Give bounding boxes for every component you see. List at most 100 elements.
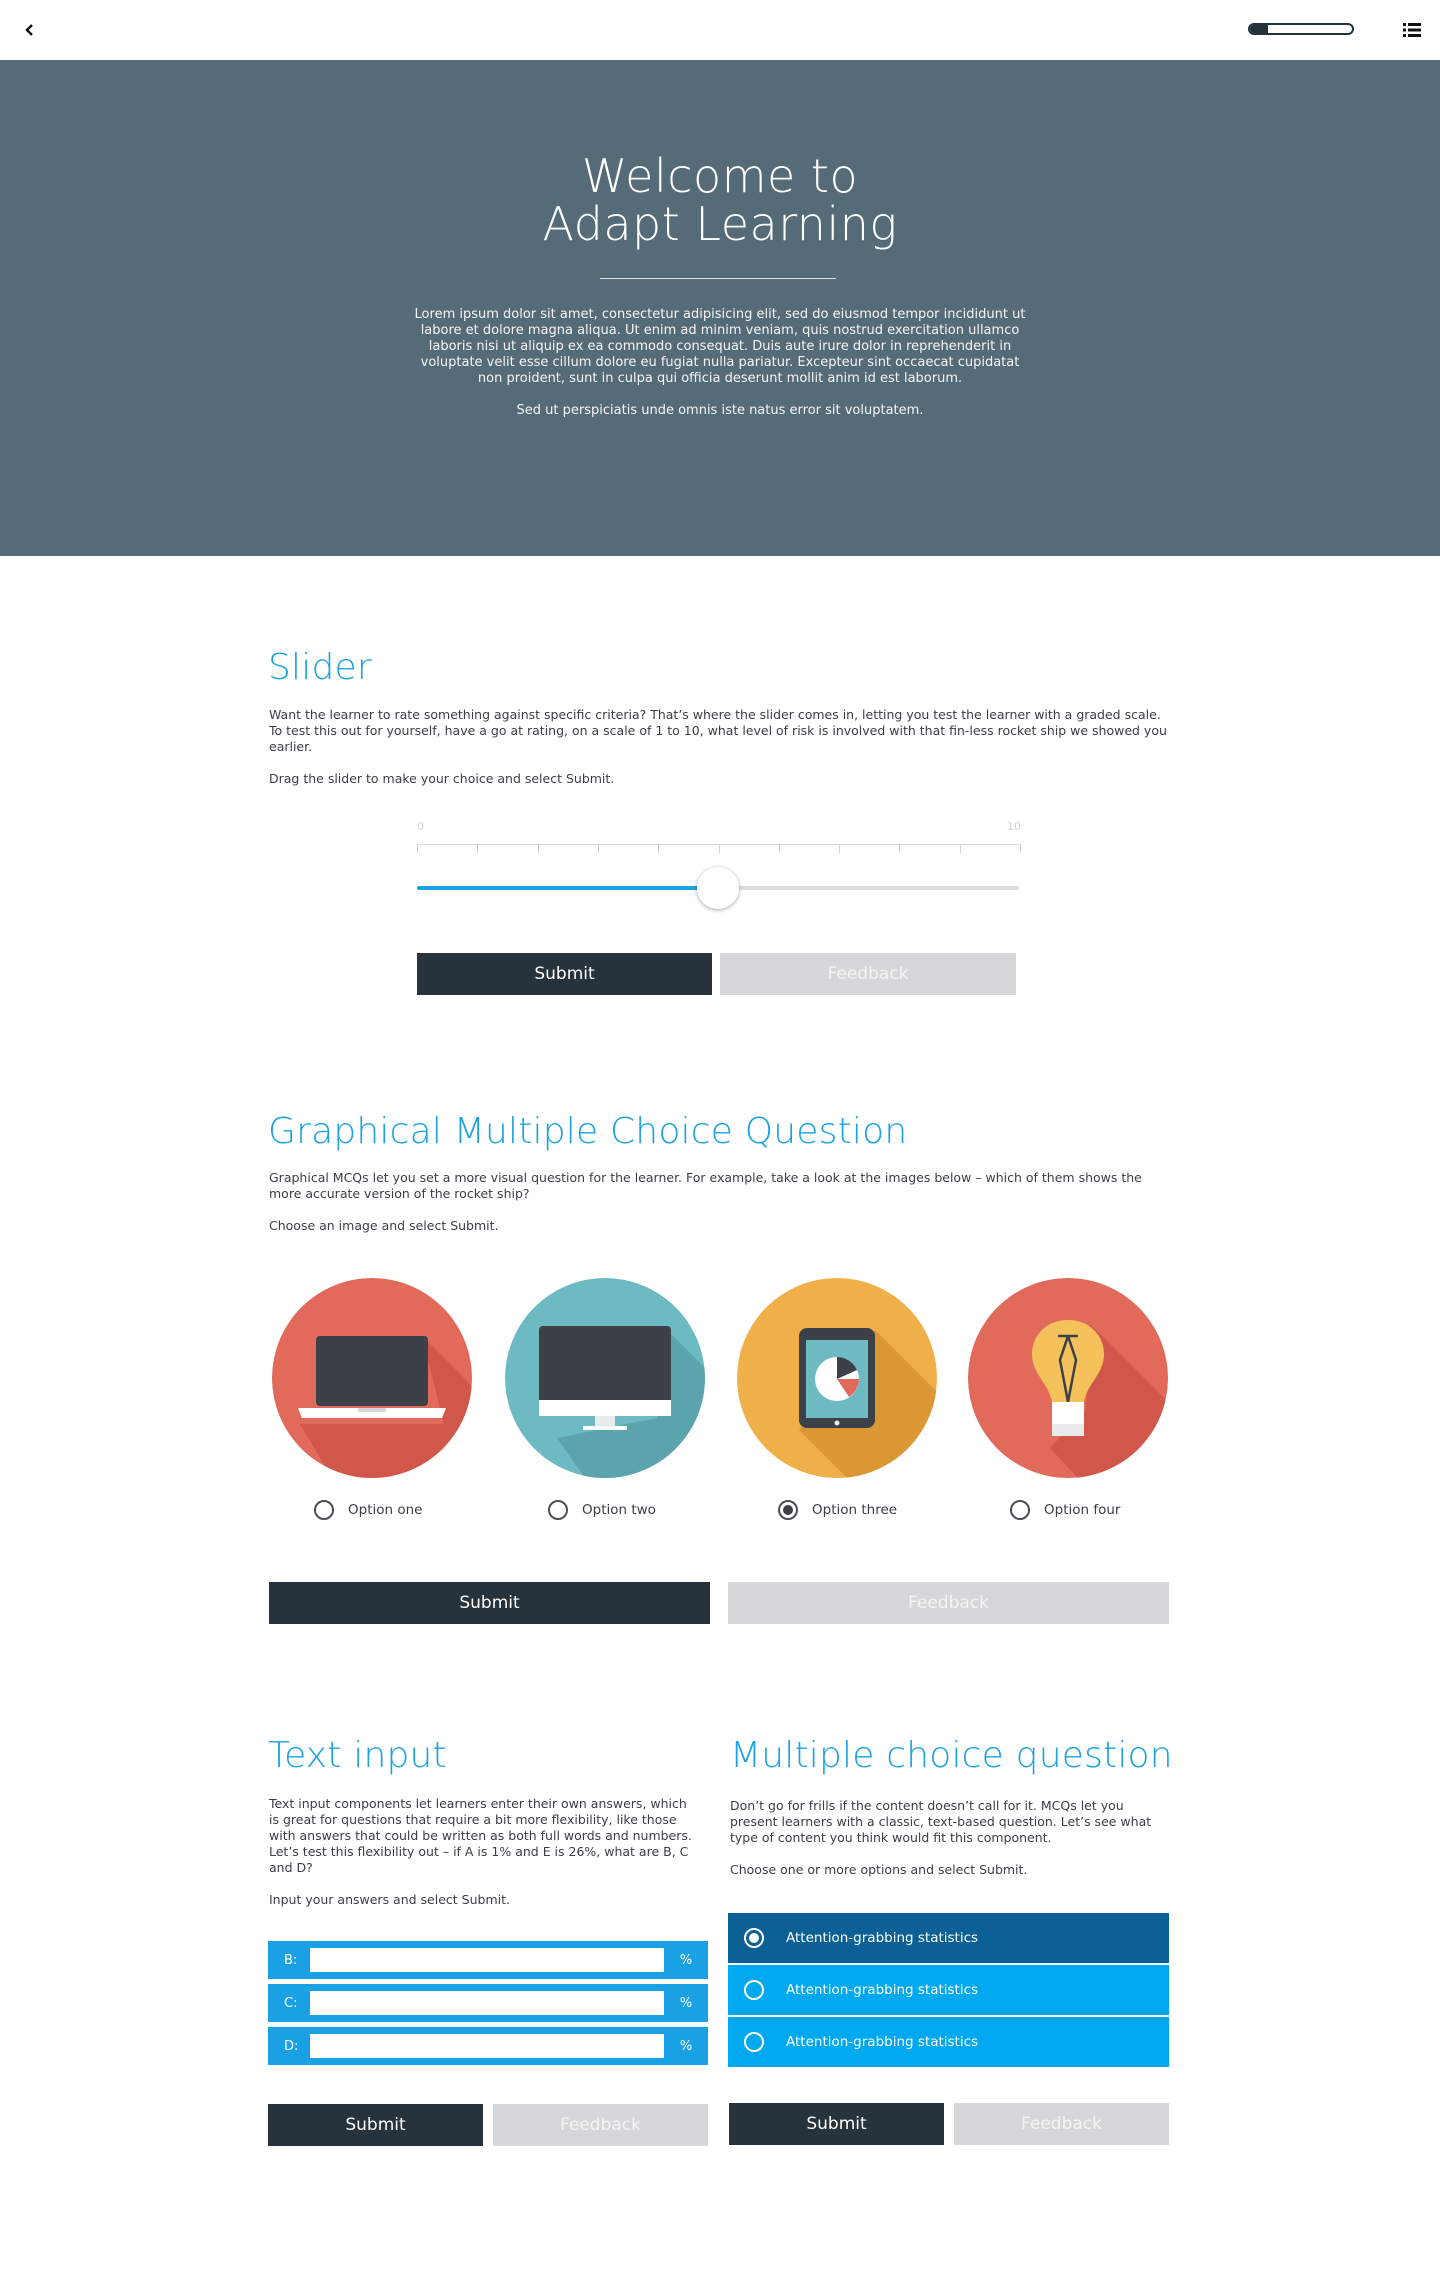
gmcq-option-three[interactable]: Option three — [778, 1498, 897, 1522]
text-input-body: Text input components let learners enter… — [269, 1796, 699, 1924]
mcq-option-one[interactable]: Attention-grabbing statistics — [728, 1913, 1169, 1963]
slider-handle[interactable] — [697, 867, 739, 909]
course-progress-bar — [1248, 23, 1354, 35]
mcq-body: Don’t go for frills if the content doesn… — [730, 1798, 1170, 1894]
text-input-title: Text input — [268, 1735, 447, 1776]
gmcq-option-four[interactable]: Option four — [1010, 1498, 1120, 1522]
back-button[interactable] — [18, 18, 42, 42]
chevron-left-icon — [25, 24, 33, 36]
gmcq-option-one[interactable]: Option one — [314, 1498, 422, 1522]
mcq-body-text: Don’t go for frills if the content doesn… — [730, 1798, 1152, 1845]
text-input-prefix: B: — [284, 1952, 298, 1968]
slider-tick — [417, 844, 418, 853]
slider-track[interactable] — [417, 867, 1019, 909]
mcq-title: Multiple choice question — [730, 1735, 1173, 1776]
scale-max-label: 10 — [1007, 820, 1021, 833]
hero-title-line2: Adapt Learning — [542, 197, 898, 251]
text-input-field-b[interactable] — [310, 1948, 664, 1972]
mcq-submit-button[interactable]: Submit — [729, 2103, 944, 2145]
text-input-suffix: % — [679, 1952, 693, 1968]
slider-tick — [959, 844, 961, 853]
gmcq-image-four[interactable] — [968, 1278, 1168, 1478]
slider-body-text: Want the learner to rate something again… — [269, 707, 1167, 754]
gmcq-option-label: Option three — [812, 1502, 898, 1518]
gmcq-image-one[interactable] — [272, 1278, 472, 1478]
slider-feedback-button[interactable]: Feedback — [720, 953, 1016, 995]
mcq-option-three[interactable]: Attention-grabbing statistics — [728, 2017, 1169, 2067]
text-input-prefix: C: — [284, 1995, 298, 2011]
slider-scale: 0 10 — [417, 820, 1021, 853]
text-input-row-c: C: % — [268, 1984, 708, 2022]
gmcq-item-four — [968, 1278, 1168, 1478]
slider-tick — [718, 844, 720, 853]
slider-tick — [477, 844, 479, 853]
mcq-feedback-button[interactable]: Feedback — [954, 2103, 1169, 2145]
gmcq-radio-four[interactable] — [1010, 1500, 1030, 1520]
text-input-prefix: D: — [284, 2038, 299, 2054]
text-input-submit-button[interactable]: Submit — [268, 2104, 483, 2146]
text-input-field-c[interactable] — [310, 1991, 664, 2015]
gmcq-body: Graphical MCQs let you set a more visual… — [269, 1170, 1169, 1250]
slider-body: Want the learner to rate something again… — [269, 707, 1169, 803]
gmcq-feedback-button[interactable]: Feedback — [728, 1582, 1169, 1624]
gmcq-instruction: Choose an image and select Submit. — [269, 1218, 499, 1233]
mcq-radio-dot-one — [749, 1933, 759, 1943]
gmcq-radio-dot-three — [783, 1505, 793, 1515]
hero-banner: Welcome to Adapt Learning Lorem ipsum do… — [0, 60, 1440, 556]
hero-title-line1: Welcome to — [581, 149, 859, 203]
list-icon — [1403, 23, 1421, 37]
gmcq-option-label: Option one — [348, 1502, 423, 1518]
mcq-instruction: Choose one or more options and select Su… — [730, 1862, 1028, 1877]
text-input-feedback-button[interactable]: Feedback — [493, 2104, 708, 2146]
mcq-radio-two[interactable] — [744, 1980, 764, 2000]
gmcq-body-text: Graphical MCQs let you set a more visual… — [269, 1170, 1142, 1201]
slider-tick — [1020, 844, 1021, 853]
gmcq-item-three — [737, 1278, 937, 1478]
slider-tick — [658, 844, 660, 853]
slider-submit-button[interactable]: Submit — [417, 953, 712, 995]
gmcq-option-two[interactable]: Option two — [548, 1498, 656, 1522]
menu-button[interactable] — [1400, 18, 1424, 42]
text-input-suffix: % — [679, 2038, 693, 2054]
hero-body: Lorem ipsum dolor sit amet, consectetur … — [410, 307, 1030, 435]
lightbulb-icon — [968, 1278, 1168, 1478]
scale-min-label: 0 — [417, 820, 424, 833]
gmcq-item-two — [505, 1278, 705, 1478]
gmcq-item-one — [272, 1278, 472, 1478]
text-input-row-d: D: % — [268, 2027, 708, 2065]
gmcq-image-three[interactable] — [737, 1278, 937, 1478]
text-input-suffix: % — [679, 1995, 693, 2011]
tablet-chart-icon — [737, 1278, 937, 1478]
course-progress-fill — [1250, 25, 1269, 33]
mcq-radio-one[interactable] — [744, 1928, 764, 1948]
slider-tick — [537, 844, 539, 853]
hero-subtext: Sed ut perspiciatis unde omnis iste natu… — [516, 403, 924, 418]
mcq-option-two[interactable]: Attention-grabbing statistics — [728, 1965, 1169, 2015]
text-input-field-d[interactable] — [310, 2034, 664, 2058]
text-input-instruction: Input your answers and select Submit. — [269, 1892, 510, 1907]
slider-tick — [597, 844, 599, 853]
gmcq-radio-three[interactable] — [778, 1500, 798, 1520]
gmcq-title: Graphical Multiple Choice Question — [268, 1111, 908, 1152]
hero-title: Welcome to Adapt Learning — [0, 152, 1440, 248]
slider-title: Slider — [268, 647, 372, 688]
gmcq-option-label: Option four — [1044, 1502, 1121, 1518]
slider-instruction: Drag the slider to make your choice and … — [269, 771, 615, 786]
gmcq-image-two[interactable] — [505, 1278, 705, 1478]
mcq-radio-three[interactable] — [744, 2032, 764, 2052]
hero-body-text: Lorem ipsum dolor sit amet, consectetur … — [414, 307, 1026, 386]
slider-fill — [417, 886, 718, 890]
gmcq-option-label: Option two — [582, 1502, 656, 1518]
mcq-option-label: Attention-grabbing statistics — [786, 1982, 979, 1998]
gmcq-radio-two[interactable] — [548, 1500, 568, 1520]
hero-divider — [600, 278, 836, 279]
gmcq-radio-one[interactable] — [314, 1500, 334, 1520]
text-input-body-text: Text input components let learners enter… — [269, 1796, 692, 1875]
gmcq-submit-button[interactable]: Submit — [269, 1582, 710, 1624]
slider-tick — [839, 844, 841, 853]
slider-tick — [899, 844, 901, 853]
text-input-row-b: B: % — [268, 1941, 708, 1979]
laptop-icon — [272, 1278, 472, 1478]
monitor-icon — [505, 1278, 705, 1478]
slider-tick — [778, 844, 780, 853]
